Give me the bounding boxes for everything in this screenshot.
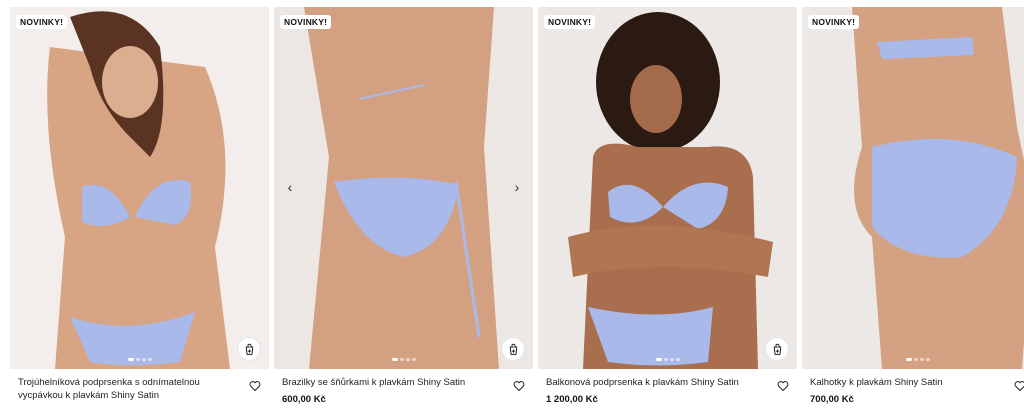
- new-badge: NOVINKY!: [544, 15, 596, 29]
- product-price: 1 200,00 Kč: [546, 394, 598, 405]
- heart-icon: [777, 381, 789, 392]
- product-grid: NOVINKY! Trojúhelníková podprsenka s odn…: [10, 7, 1024, 410]
- carousel-dots: [391, 358, 416, 361]
- add-to-cart-button[interactable]: [237, 337, 261, 361]
- carousel-dot[interactable]: [127, 358, 134, 361]
- carousel-dot[interactable]: [914, 358, 918, 361]
- product-name[interactable]: Trojúhelníková podprsenka s odnímatelnou…: [18, 376, 243, 402]
- carousel-dots: [655, 358, 680, 361]
- product-image[interactable]: NOVINKY!: [538, 7, 797, 369]
- carousel-next-arrow[interactable]: ›: [509, 179, 525, 195]
- model-photo: [274, 7, 533, 369]
- carousel-prev-arrow[interactable]: ‹: [282, 179, 298, 195]
- model-photo: [10, 7, 269, 369]
- add-to-cart-button[interactable]: [501, 337, 525, 361]
- add-to-cart-icon: [773, 343, 781, 355]
- wishlist-button[interactable]: [249, 379, 261, 392]
- product-image[interactable]: NOVINKY!: [10, 7, 269, 369]
- heart-icon: [1014, 381, 1024, 392]
- carousel-dot[interactable]: [920, 358, 924, 361]
- wishlist-button[interactable]: [513, 379, 525, 392]
- carousel-dot[interactable]: [141, 358, 146, 361]
- heart-icon: [249, 381, 261, 392]
- carousel-dot[interactable]: [405, 358, 410, 361]
- product-name[interactable]: Brazilky se šňůrkami k plavkám Shiny Sat…: [282, 376, 507, 389]
- wishlist-button[interactable]: [1014, 379, 1024, 392]
- add-to-cart-button[interactable]: [765, 337, 789, 361]
- wishlist-button[interactable]: [777, 379, 789, 392]
- product-name[interactable]: Kalhotky k plavkám Shiny Satin: [810, 376, 1008, 389]
- product-price: 700,00 Kč: [810, 394, 854, 405]
- add-to-cart-icon: [245, 343, 253, 355]
- product-card[interactable]: NOVINKY! Trojúhelníková podprsenka s odn…: [10, 7, 269, 410]
- model-photo: [802, 7, 1024, 369]
- product-price: 600,00 Kč: [282, 394, 326, 405]
- new-badge: NOVINKY!: [16, 15, 68, 29]
- product-name[interactable]: Balkonová podprsenka k plavkám Shiny Sat…: [546, 376, 771, 389]
- product-image[interactable]: NOVINKY! ‹ ›: [274, 7, 533, 369]
- product-info: Kalhotky k plavkám Shiny Satin 700,00 Kč: [802, 369, 1024, 405]
- carousel-dot[interactable]: [399, 358, 404, 361]
- model-photo: [538, 7, 797, 369]
- carousel-dot[interactable]: [655, 358, 662, 361]
- carousel-dot[interactable]: [675, 358, 680, 361]
- product-image[interactable]: NOVINKY!: [802, 7, 1024, 369]
- new-badge: NOVINKY!: [280, 15, 332, 29]
- product-info: Brazilky se šňůrkami k plavkám Shiny Sat…: [274, 369, 533, 405]
- carousel-dot[interactable]: [391, 358, 398, 361]
- carousel-dot[interactable]: [669, 358, 674, 361]
- carousel-dot[interactable]: [135, 358, 140, 361]
- carousel-dot[interactable]: [926, 358, 930, 361]
- product-card[interactable]: NOVINKY! Balkonová podprsenka k plavkám …: [538, 7, 797, 410]
- product-card[interactable]: NOVINKY! Kalhotky k plavkám Shiny Satin …: [802, 7, 1024, 410]
- product-info: Balkonová podprsenka k plavkám Shiny Sat…: [538, 369, 797, 405]
- add-to-cart-icon: [509, 343, 517, 355]
- product-info: Trojúhelníková podprsenka s odnímatelnou…: [10, 369, 269, 402]
- new-badge: NOVINKY!: [808, 15, 860, 29]
- carousel-dot[interactable]: [147, 358, 152, 361]
- carousel-dot[interactable]: [663, 358, 668, 361]
- carousel-dots: [906, 358, 930, 361]
- heart-icon: [513, 381, 525, 392]
- product-card[interactable]: NOVINKY! ‹ › Brazilky se šňůrkami k plav…: [274, 7, 533, 410]
- carousel-dots: [127, 358, 152, 361]
- carousel-dot[interactable]: [411, 358, 416, 361]
- carousel-dot[interactable]: [906, 358, 912, 361]
